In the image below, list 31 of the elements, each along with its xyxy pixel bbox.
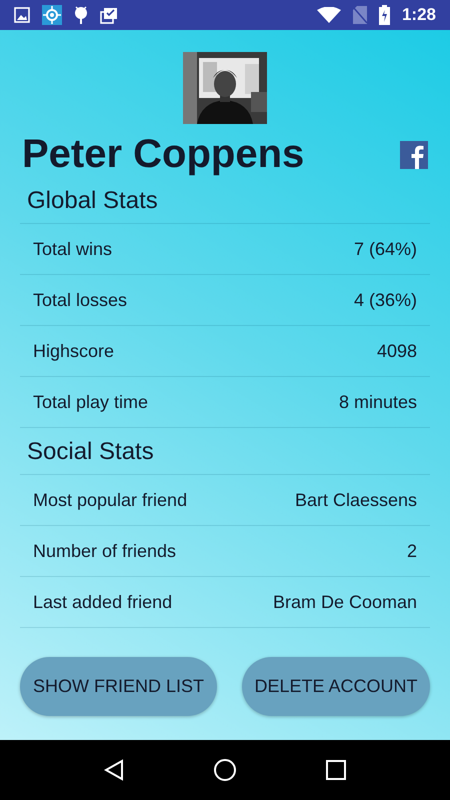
stat-label: Most popular friend bbox=[33, 490, 188, 510]
section-heading: Global Stats bbox=[20, 177, 430, 224]
stat-value: 4 (36%) bbox=[354, 290, 417, 310]
home-icon[interactable] bbox=[212, 758, 237, 782]
stat-value: 8 minutes bbox=[338, 392, 417, 412]
no-sim-icon bbox=[352, 6, 367, 24]
stat-label: Highscore bbox=[33, 340, 114, 362]
stat-value: 4098 bbox=[376, 340, 417, 362]
delete-account-button[interactable]: DELETE ACCOUNT bbox=[242, 657, 430, 716]
stat-value: Bram De Cooman bbox=[272, 592, 417, 612]
stat-label: Total wins bbox=[33, 238, 112, 260]
stat-label: Number of friends bbox=[33, 540, 176, 562]
clipboard-check-icon bbox=[100, 6, 118, 24]
wifi-icon bbox=[316, 7, 341, 23]
stat-label: Total play time bbox=[33, 392, 148, 412]
location-icon bbox=[42, 5, 62, 25]
status-time: 1:28 bbox=[402, 5, 436, 25]
android-icon bbox=[74, 5, 88, 25]
back-icon[interactable] bbox=[104, 759, 124, 781]
battery-charging-icon bbox=[378, 5, 390, 25]
friend-list-button[interactable]: SHOW FRIEND LIST bbox=[20, 657, 217, 716]
stat-label: Total losses bbox=[33, 290, 128, 310]
player-name: Peter Coppens bbox=[22, 132, 304, 177]
image-icon bbox=[14, 7, 30, 23]
section-heading: Social Stats bbox=[20, 428, 430, 475]
facebook-icon[interactable] bbox=[400, 140, 428, 168]
stat-value: 2 bbox=[406, 540, 417, 562]
stat-value: Bart Claessens bbox=[294, 490, 417, 510]
recents-icon[interactable] bbox=[326, 760, 346, 780]
stat-label: Last added friend bbox=[33, 592, 172, 612]
stat-value: 7 (64%) bbox=[354, 238, 417, 260]
